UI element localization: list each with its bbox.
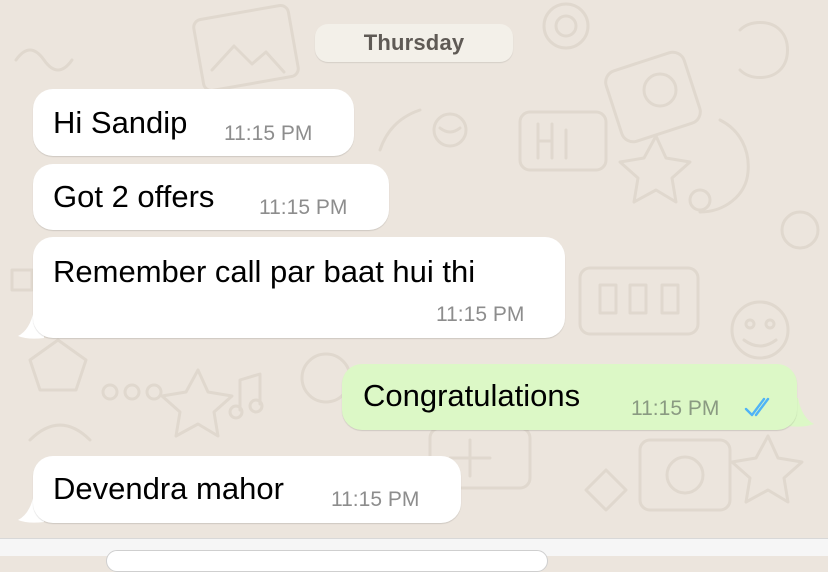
message-input[interactable] <box>106 550 548 572</box>
incoming-message[interactable]: Hi Sandip 11:15 PM <box>33 89 354 156</box>
message-text: Congratulations <box>363 378 581 413</box>
incoming-message[interactable]: Remember call par baat hui thi 11:15 PM <box>33 237 565 338</box>
date-separator: Thursday <box>315 24 513 62</box>
message-text: Hi Sandip <box>53 105 188 140</box>
message-timestamp: 11:15 PM <box>259 196 348 219</box>
message-timestamp: 11:15 PM <box>331 488 420 511</box>
message-text: Devendra mahor <box>53 471 284 506</box>
message-timestamp: 11:15 PM <box>224 122 313 145</box>
double-check-icon <box>744 397 770 417</box>
incoming-message[interactable]: Devendra mahor 11:15 PM <box>33 456 461 523</box>
message-composer-bar <box>0 538 828 572</box>
message-text: Got 2 offers <box>53 179 215 214</box>
incoming-message[interactable]: Got 2 offers 11:15 PM <box>33 164 389 230</box>
chat-thread[interactable]: Thursday Hi Sandip 11:15 PM Got 2 offers… <box>0 0 828 555</box>
message-text: Remember call par baat hui thi <box>53 254 476 289</box>
message-timestamp: 11:15 PM <box>436 303 525 326</box>
outgoing-message[interactable]: Congratulations 11:15 PM <box>342 364 797 430</box>
message-timestamp: 11:15 PM <box>631 397 720 420</box>
